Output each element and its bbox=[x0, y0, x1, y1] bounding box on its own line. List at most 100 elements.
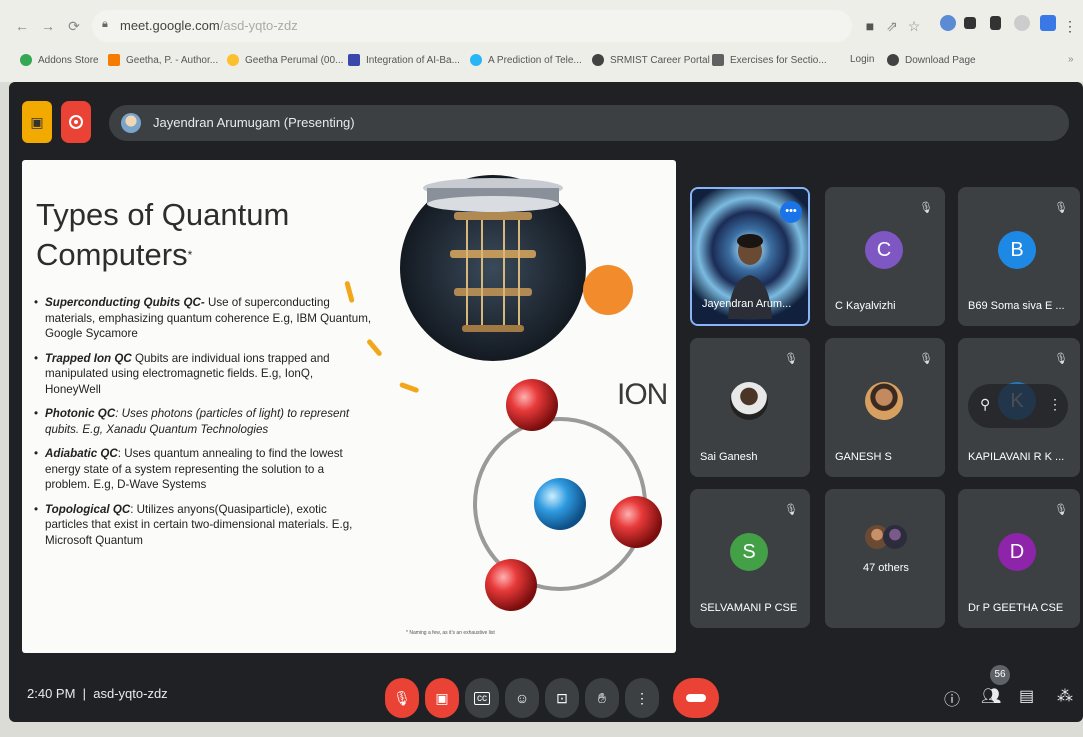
participant-tile[interactable]: 🎙︎ K ⚲ ⋮ KAPILAVANI R K ... bbox=[958, 338, 1080, 477]
captions-button[interactable]: cc bbox=[465, 678, 499, 718]
participant-tile[interactable]: 🎙︎ C C Kayalvizhi bbox=[825, 187, 945, 326]
participant-tile[interactable]: 🎙︎ GANESH S bbox=[825, 338, 945, 477]
shield-icon[interactable] bbox=[1040, 15, 1056, 31]
mic-off-icon: 🎙︎ bbox=[784, 353, 798, 365]
back-icon[interactable]: ← bbox=[14, 18, 30, 34]
emoji-icon: ☺ bbox=[514, 690, 530, 706]
people-icon[interactable]: 👥︎ bbox=[981, 686, 1001, 706]
raise-hand-button[interactable]: ✋︎ bbox=[585, 678, 619, 718]
share-icon[interactable]: ⇗ bbox=[884, 18, 900, 34]
participant-tile[interactable]: 🎙︎ D Dr P GEETHA CSE bbox=[958, 489, 1080, 628]
chat-icon[interactable]: ▤ bbox=[1019, 686, 1034, 706]
participant-name: GANESH S bbox=[835, 451, 892, 463]
participant-tile[interactable]: 🎙︎ B B69 Soma siva E ... bbox=[958, 187, 1080, 326]
pin-icon[interactable]: ⚲ bbox=[980, 396, 990, 413]
participant-tile[interactable]: 🎙︎ S SELVAMANI P CSE bbox=[690, 489, 810, 628]
more-options-icon[interactable]: ••• bbox=[780, 201, 802, 223]
participant-tile-others[interactable]: 47 others bbox=[825, 489, 945, 628]
more-options-icon[interactable]: ⋮ bbox=[1048, 396, 1062, 413]
ion-diagram bbox=[473, 379, 662, 611]
recording-button[interactable] bbox=[61, 101, 91, 143]
bookmark-favicon-icon bbox=[470, 54, 482, 66]
ion-label: ION bbox=[617, 378, 668, 411]
quantum-computer-image bbox=[400, 175, 586, 361]
camera-icon[interactable]: ■ bbox=[862, 18, 878, 34]
avatar bbox=[883, 525, 907, 549]
camera-toggle-button[interactable]: ▣ bbox=[425, 678, 459, 718]
avatar bbox=[730, 382, 768, 420]
avatar: D bbox=[998, 533, 1036, 571]
extension-puzzle-icon[interactable] bbox=[964, 17, 976, 29]
bookmark-favicon-icon bbox=[712, 54, 724, 66]
slide-bullets: Superconducting Qubits QC- Use of superc… bbox=[32, 295, 372, 557]
bookmark-item[interactable]: Login bbox=[850, 54, 874, 65]
menu-icon[interactable]: ⋮ bbox=[1062, 18, 1078, 34]
bookmark-item[interactable]: Addons Store bbox=[20, 54, 99, 66]
others-count: 47 others bbox=[863, 562, 909, 574]
present-button[interactable]: ⊡ bbox=[545, 678, 579, 718]
more-bookmarks-icon[interactable]: » bbox=[1068, 54, 1074, 65]
mic-toggle-button[interactable]: 🎙︎ bbox=[385, 678, 419, 718]
record-icon bbox=[69, 115, 83, 129]
mute-icon: ▣ bbox=[30, 113, 44, 130]
participant-count-badge: 56 bbox=[990, 665, 1010, 685]
participant-name: Dr P GEETHA CSE bbox=[968, 602, 1064, 614]
list-item: Photonic QC: Uses photons (particles of … bbox=[32, 406, 372, 437]
forward-icon[interactable]: → bbox=[40, 18, 56, 34]
presenter-avatar bbox=[121, 113, 141, 133]
presenting-bar[interactable]: Jayendran Arumugam (Presenting) bbox=[109, 105, 1069, 141]
tile-hover-controls: ⚲ ⋮ bbox=[968, 384, 1068, 428]
bookmark-item[interactable]: Integration of AI-Ba... bbox=[348, 54, 460, 66]
mic-off-icon: 🎙︎ bbox=[393, 689, 411, 706]
participant-tile[interactable]: 🎙︎ Sai Ganesh bbox=[690, 338, 810, 477]
avatar: C bbox=[865, 231, 903, 269]
list-item: Superconducting Qubits QC- Use of superc… bbox=[32, 295, 372, 342]
bookmark-item[interactable]: SRMIST Career Portal bbox=[592, 54, 710, 66]
participant-name: B69 Soma siva E ... bbox=[968, 300, 1065, 312]
participant-name: SELVAMANI P CSE bbox=[700, 602, 798, 614]
mic-off-icon: 🎙︎ bbox=[1054, 202, 1068, 214]
star-icon[interactable]: ☆ bbox=[906, 18, 922, 34]
bookmark-favicon-icon bbox=[108, 54, 120, 66]
mic-off-icon: 🎙︎ bbox=[919, 353, 933, 365]
page-bottom bbox=[0, 722, 1083, 737]
url-text[interactable]: meet.google.com/asd-yqto-zdz bbox=[120, 18, 298, 33]
profile-icon[interactable] bbox=[1014, 15, 1030, 31]
list-item: Topological QC: Utilizes anyons(Quasipar… bbox=[32, 502, 372, 549]
reactions-button[interactable]: ☺ bbox=[505, 678, 539, 718]
bookmark-item[interactable]: A Prediction of Tele... bbox=[470, 54, 582, 66]
captions-icon: cc bbox=[474, 691, 490, 705]
bookmark-favicon-icon bbox=[348, 54, 360, 66]
avatar bbox=[865, 382, 903, 420]
hand-icon: ✋︎ bbox=[598, 689, 606, 706]
bookmark-item[interactable]: Geetha Perumal (00... bbox=[227, 54, 343, 66]
address-row: ← → ⟳ 🔒︎ meet.google.com/asd-yqto-zdz ■ … bbox=[0, 0, 1083, 50]
sidebar-icon[interactable] bbox=[990, 16, 1001, 30]
more-options-button[interactable]: ⋮ bbox=[625, 678, 659, 718]
participant-name: Sai Ganesh bbox=[700, 451, 758, 463]
mic-off-icon: 🎙︎ bbox=[1054, 353, 1068, 365]
list-item: Adiabatic QC: Uses quantum annealing to … bbox=[32, 446, 372, 493]
participant-tile-presenter[interactable]: ••• Jayendran Arum... bbox=[690, 187, 810, 326]
activities-icon[interactable]: ⁂ bbox=[1057, 686, 1073, 706]
info-icon[interactable]: ⓘ bbox=[944, 686, 960, 710]
bookmark-favicon-icon bbox=[20, 54, 32, 66]
mic-off-icon: 🎙︎ bbox=[1054, 504, 1068, 516]
leave-call-button[interactable] bbox=[673, 678, 719, 718]
slide-footnote: * Naming a few, as it's an exhaustive li… bbox=[406, 630, 495, 636]
extension-icon[interactable] bbox=[940, 15, 956, 31]
slide-title: Types of Quantum Computers* bbox=[36, 197, 290, 272]
bookmark-item[interactable]: Geetha, P. - Author... bbox=[108, 54, 218, 66]
avatar: S bbox=[730, 533, 768, 571]
reload-icon[interactable]: ⟳ bbox=[66, 18, 82, 34]
bookmark-item[interactable]: Exercises for Sectio... bbox=[712, 54, 827, 66]
avatar: B bbox=[998, 231, 1036, 269]
present-icon: ⊡ bbox=[556, 689, 568, 706]
participant-name: Jayendran Arum... bbox=[702, 298, 792, 310]
meeting-info: 2:40 PM | asd-yqto-zdz bbox=[27, 686, 168, 701]
presentation-mute-button[interactable]: ▣ bbox=[22, 101, 52, 143]
bookmark-favicon-icon bbox=[227, 54, 239, 66]
participant-name: C Kayalvizhi bbox=[835, 300, 896, 312]
bookmark-item[interactable]: Download Page bbox=[887, 54, 976, 66]
shared-slide: Types of QuantumComputers* ION Supercond… bbox=[22, 160, 676, 653]
